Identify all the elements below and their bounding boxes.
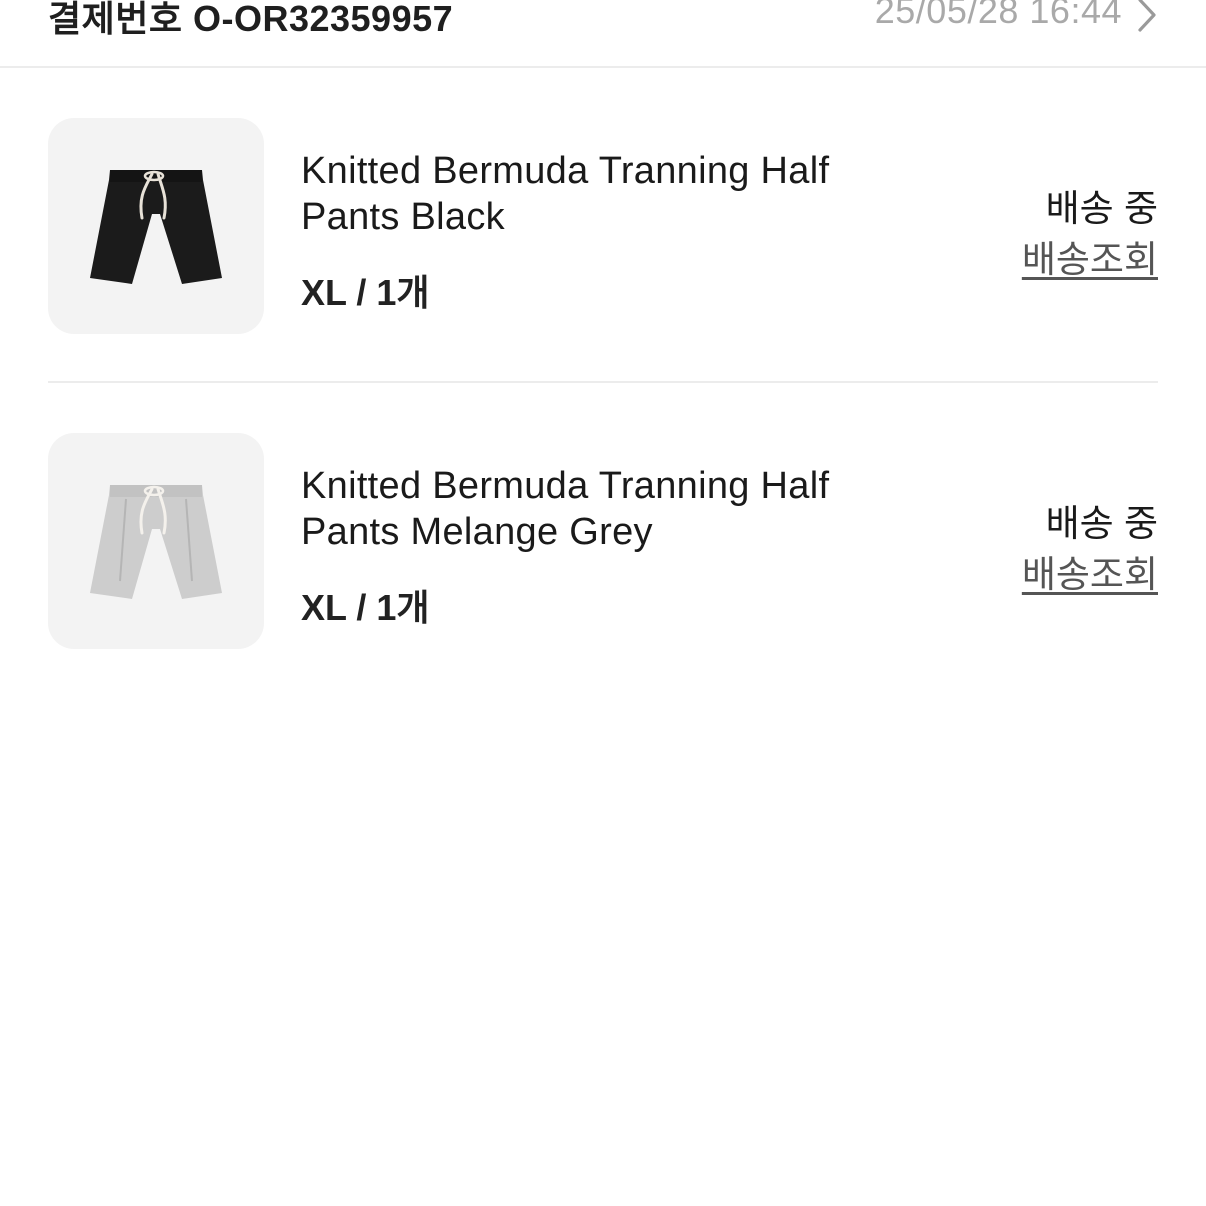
shipping-status: 배송 중 (1045, 503, 1158, 544)
product-thumbnail[interactable] (48, 433, 264, 649)
order-number: 결제번호 O-OR32359957 (48, 0, 454, 39)
item-name[interactable]: Knitted Bermuda Tranning Half Pants Blac… (301, 148, 901, 240)
item-option: XL / 1개 (301, 272, 430, 313)
track-delivery-link[interactable]: 배송조회 (1022, 229, 1158, 283)
chevron-right-icon[interactable] (1136, 0, 1158, 34)
shorts-image (90, 170, 222, 284)
order-item[interactable]: Knitted Bermuda Tranning Half Pants Mela… (48, 433, 1158, 649)
item-option: XL / 1개 (301, 587, 430, 628)
item-name[interactable]: Knitted Bermuda Tranning Half Pants Mela… (301, 463, 901, 555)
order-detail-page: 결제번호 O-OR32359957 25/05/28 16:44 Knitted… (0, 0, 1206, 1206)
track-delivery-link[interactable]: 배송조회 (1022, 544, 1158, 598)
order-header[interactable]: 결제번호 O-OR32359957 25/05/28 16:44 (0, 0, 1206, 68)
order-date: 25/05/28 16:44 (874, 0, 1122, 31)
shipping-status: 배송 중 (1045, 188, 1158, 229)
item-divider (48, 381, 1158, 383)
shorts-image (90, 485, 222, 599)
product-thumbnail[interactable] (48, 118, 264, 334)
order-item[interactable]: Knitted Bermuda Tranning Half Pants Blac… (48, 118, 1158, 334)
